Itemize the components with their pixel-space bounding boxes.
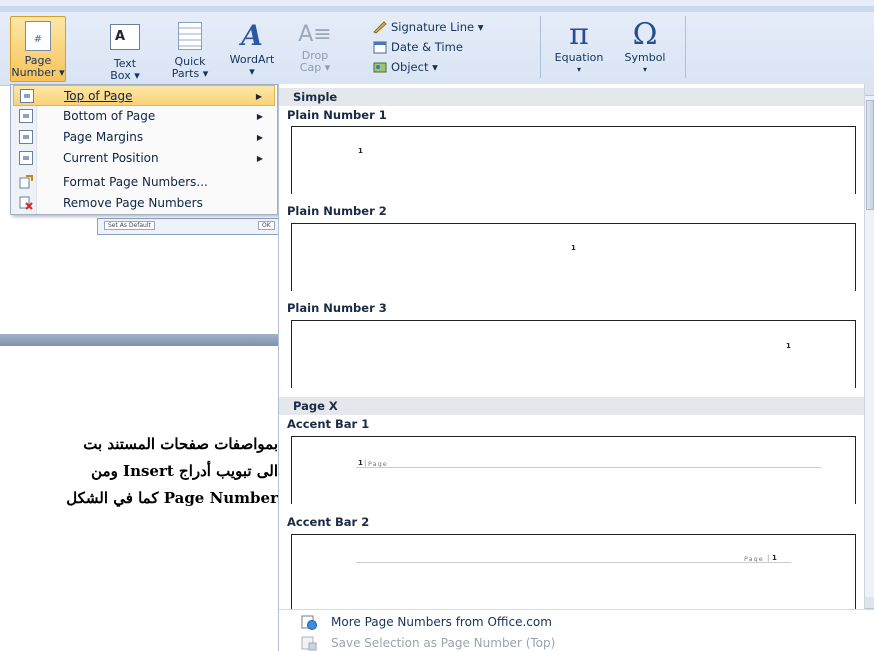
ok-button: OK xyxy=(258,221,275,230)
object-button[interactable]: Object ▾ xyxy=(373,60,438,74)
footer-separator xyxy=(279,609,874,610)
page-number-menu: Top of Page ▶ Bottom of Page ▶ Page Marg… xyxy=(10,84,278,215)
quick-parts-label-2: Parts ▾ xyxy=(171,67,209,80)
accent-separator: | xyxy=(767,554,770,562)
text-box-icon: A xyxy=(110,24,140,50)
gallery-item-title: Plain Number 2 xyxy=(287,204,387,218)
ribbon-tab-strip xyxy=(0,6,874,12)
quick-parts-icon xyxy=(178,22,202,50)
menu-item-label: Current Position xyxy=(63,151,159,165)
current-position-icon xyxy=(19,151,33,165)
menu-item-remove-page-numbers[interactable]: Remove Page Numbers xyxy=(13,193,275,214)
menu-item-label: Top of Page xyxy=(64,89,133,103)
object-label: Object ▾ xyxy=(391,60,438,74)
accent-separator: | xyxy=(364,459,367,467)
menu-item-format-page-numbers[interactable]: Format Page Numbers... xyxy=(13,172,275,193)
gallery-item-title: Accent Bar 2 xyxy=(287,515,370,529)
dialog-glimpse: Set As Default OK xyxy=(97,218,282,235)
document-text-line: Page Number كما في الشكل xyxy=(66,489,278,507)
set-as-default-button: Set As Default xyxy=(104,221,155,230)
symbol-button[interactable]: Ω Symbol ▾ xyxy=(620,18,670,76)
equation-dropdown-icon: ▾ xyxy=(576,65,581,74)
signature-line-label: Signature Line ▾ xyxy=(391,20,484,34)
text-box-button[interactable]: A Text Box ▾ xyxy=(100,20,150,82)
document-text-line: الى تبويب أدراج Insert ومن xyxy=(91,462,278,480)
signature-line-icon xyxy=(373,20,387,34)
footer-label: More Page Numbers from Office.com xyxy=(331,615,552,629)
accent-line xyxy=(356,562,791,563)
page-number-preview: 1 xyxy=(358,147,363,155)
symbol-dropdown-icon: ▾ xyxy=(642,65,647,74)
wordart-button[interactable]: A WordArt ▾ xyxy=(222,20,282,78)
ribbon-separator xyxy=(685,16,686,78)
scroll-thumb[interactable] xyxy=(866,100,874,210)
menu-item-label: Page Margins xyxy=(63,130,144,144)
submenu-arrow-icon: ▶ xyxy=(255,92,262,101)
object-icon xyxy=(373,60,387,74)
signature-line-button[interactable]: Signature Line ▾ xyxy=(373,20,484,34)
document-divider xyxy=(0,334,280,346)
menu-item-page-margins[interactable]: Page Margins ▶ xyxy=(13,127,275,148)
section-header-page-x: Page X xyxy=(279,397,867,415)
page-top-icon xyxy=(20,89,34,103)
gallery-item-accent-bar-2[interactable]: Page | 1 xyxy=(291,534,856,609)
page-number-label-2: Number ▾ xyxy=(11,66,65,79)
more-page-numbers-link[interactable]: More Page Numbers from Office.com xyxy=(279,611,874,633)
gallery-item-plain-number-3[interactable]: 1 xyxy=(291,320,856,388)
submenu-arrow-icon: ▶ xyxy=(256,133,263,142)
gallery-item-title: Plain Number 3 xyxy=(287,301,387,315)
menu-item-label: Bottom of Page xyxy=(63,109,156,123)
menu-item-label: Format Page Numbers... xyxy=(63,175,208,189)
page-margins-icon xyxy=(19,130,33,144)
gallery-scrollbar[interactable] xyxy=(864,84,874,609)
equation-label: Equation xyxy=(554,51,604,64)
calendar-icon xyxy=(373,40,387,54)
gallery-item-accent-bar-1[interactable]: 1 | Page xyxy=(291,436,856,504)
menu-item-current-position[interactable]: Current Position ▶ xyxy=(13,148,275,169)
document-text-line: بمواصفات صفحات المستند بت xyxy=(83,435,278,453)
page-number-preview: 1 xyxy=(786,342,791,350)
menu-item-top-of-page[interactable]: Top of Page ▶ xyxy=(13,85,275,106)
submenu-arrow-icon: ▶ xyxy=(256,112,263,121)
page-number-icon xyxy=(25,21,51,51)
page-number-preview: 1 xyxy=(358,459,363,467)
ribbon-separator xyxy=(540,16,541,78)
ribbon: Page Number ▾ A Text Box ▾ Quick Parts ▾… xyxy=(0,0,874,86)
remove-page-numbers-icon xyxy=(19,196,33,210)
save-selection-button[interactable]: Save Selection as Page Number (Top) xyxy=(279,632,874,651)
gallery-item-title: Accent Bar 1 xyxy=(287,417,370,431)
gallery-item-title: Plain Number 1 xyxy=(287,108,387,122)
menu-item-label: Remove Page Numbers xyxy=(63,196,203,210)
drop-cap-label-2: Cap ▾ xyxy=(299,61,331,74)
drop-cap-button[interactable]: A≡ Drop Cap ▾ xyxy=(290,20,340,74)
omega-icon: Ω xyxy=(632,17,658,52)
wordart-icon: A xyxy=(241,19,263,52)
page-number-button[interactable]: Page Number ▾ xyxy=(10,16,66,82)
page-number-gallery: Simple Plain Number 1 1 Plain Number 2 1… xyxy=(278,84,874,651)
menu-item-bottom-of-page[interactable]: Bottom of Page ▶ xyxy=(13,106,275,127)
equation-button[interactable]: π Equation ▾ xyxy=(548,18,610,76)
footer-label: Save Selection as Page Number (Top) xyxy=(331,636,556,650)
page-number-preview: 1 xyxy=(571,244,576,252)
gallery-item-plain-number-1[interactable]: 1 xyxy=(291,126,856,194)
pi-icon: π xyxy=(569,17,589,52)
submenu-arrow-icon: ▶ xyxy=(256,154,263,163)
page-bottom-icon xyxy=(19,109,33,123)
symbol-label: Symbol xyxy=(624,51,666,64)
gallery-item-plain-number-2[interactable]: 1 xyxy=(291,223,856,291)
text-box-label-2: Box ▾ xyxy=(110,69,140,82)
accent-line xyxy=(356,467,821,468)
scroll-down-icon[interactable] xyxy=(865,597,874,609)
date-time-label: Date & Time xyxy=(391,40,463,54)
office-online-icon xyxy=(301,614,317,630)
section-header-simple: Simple xyxy=(279,88,867,106)
quick-parts-button[interactable]: Quick Parts ▾ xyxy=(165,20,215,80)
save-selection-icon xyxy=(301,635,317,651)
drop-cap-icon: A≡ xyxy=(298,22,332,47)
format-page-numbers-icon xyxy=(19,175,33,189)
date-time-button[interactable]: Date & Time xyxy=(373,40,463,54)
wordart-label-2: ▾ xyxy=(249,65,255,78)
page-number-preview: 1 xyxy=(772,554,777,562)
scroll-up-icon[interactable] xyxy=(865,84,874,96)
